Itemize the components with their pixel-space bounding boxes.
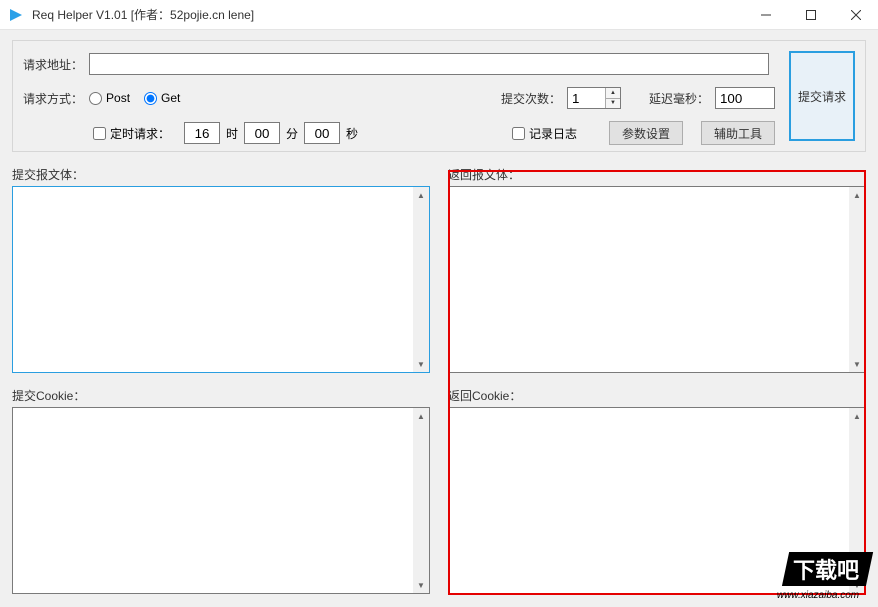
scrollbar[interactable]: ▲ ▼	[413, 408, 429, 593]
scroll-up-icon[interactable]: ▲	[849, 408, 865, 424]
submit-cookie-label: 提交Cookie：	[12, 387, 430, 403]
hour-input[interactable]	[184, 122, 220, 144]
submit-body-label: 提交报文体：	[12, 166, 430, 182]
close-button[interactable]	[833, 0, 878, 29]
scroll-down-icon[interactable]: ▼	[413, 577, 429, 593]
minute-unit: 分	[286, 125, 298, 142]
response-body-textarea[interactable]	[448, 186, 866, 373]
param-settings-button[interactable]: 参数设置	[609, 121, 683, 145]
timed-request-checkbox[interactable]: 定时请求：	[93, 125, 170, 142]
method-get-radio[interactable]: Get	[144, 91, 180, 105]
scroll-up-icon[interactable]: ▲	[849, 187, 865, 203]
response-body-label: 返回报文体：	[448, 166, 866, 182]
scrollbar[interactable]: ▲ ▼	[413, 187, 429, 372]
url-label: 请求地址：	[23, 56, 83, 73]
helper-tool-button[interactable]: 辅助工具	[701, 121, 775, 145]
response-cookie-textarea[interactable]	[448, 407, 866, 594]
method-label: 请求方式：	[23, 90, 83, 107]
scrollbar[interactable]: ▲ ▼	[849, 408, 865, 593]
body-columns: 提交报文体： ▲ ▼ 提交Cookie： ▲ ▼	[12, 166, 866, 594]
scrollbar[interactable]: ▲ ▼	[849, 187, 865, 372]
response-cookie-label: 返回Cookie：	[448, 387, 866, 403]
post-label: Post	[106, 91, 130, 105]
delay-label: 延迟毫秒：	[649, 90, 709, 107]
maximize-button[interactable]	[788, 0, 833, 29]
method-post-radio[interactable]: Post	[89, 91, 130, 105]
times-input[interactable]	[568, 88, 605, 108]
hour-unit: 时	[226, 125, 238, 142]
second-input[interactable]	[304, 122, 340, 144]
times-label: 提交次数：	[501, 90, 561, 107]
second-unit: 秒	[346, 125, 358, 142]
minimize-button[interactable]	[743, 0, 788, 29]
scroll-up-icon[interactable]: ▲	[413, 408, 429, 424]
url-input[interactable]	[89, 53, 769, 75]
minute-input[interactable]	[244, 122, 280, 144]
log-label: 记录日志	[529, 125, 577, 142]
log-checkbox[interactable]: 记录日志	[512, 125, 577, 142]
submit-cookie-textarea[interactable]	[12, 407, 430, 594]
submit-body-textarea[interactable]	[12, 186, 430, 373]
delay-input[interactable]	[715, 87, 775, 109]
times-spinner[interactable]: ▲ ▼	[567, 87, 621, 109]
response-column: 返回报文体： ▲ ▼ 返回Cookie： ▲ ▼	[448, 166, 866, 594]
titlebar: Req Helper V1.01 [作者：52pojie.cn lene]	[0, 0, 878, 30]
get-label: Get	[161, 91, 180, 105]
scroll-down-icon[interactable]: ▼	[849, 356, 865, 372]
submit-column: 提交报文体： ▲ ▼ 提交Cookie： ▲ ▼	[12, 166, 430, 594]
window-title: Req Helper V1.01 [作者：52pojie.cn lene]	[32, 6, 254, 23]
timed-label: 定时请求：	[110, 125, 170, 142]
request-settings-panel: 请求地址： 请求方式： Post Get 提交次数： ▲ ▼	[12, 40, 866, 152]
app-icon	[8, 7, 24, 23]
times-up-button[interactable]: ▲	[606, 88, 620, 99]
scroll-down-icon[interactable]: ▼	[413, 356, 429, 372]
scroll-down-icon[interactable]: ▼	[849, 577, 865, 593]
scroll-up-icon[interactable]: ▲	[413, 187, 429, 203]
times-down-button[interactable]: ▼	[606, 99, 620, 109]
submit-request-button[interactable]: 提交请求	[789, 51, 855, 141]
client-area: 请求地址： 请求方式： Post Get 提交次数： ▲ ▼	[0, 30, 878, 607]
